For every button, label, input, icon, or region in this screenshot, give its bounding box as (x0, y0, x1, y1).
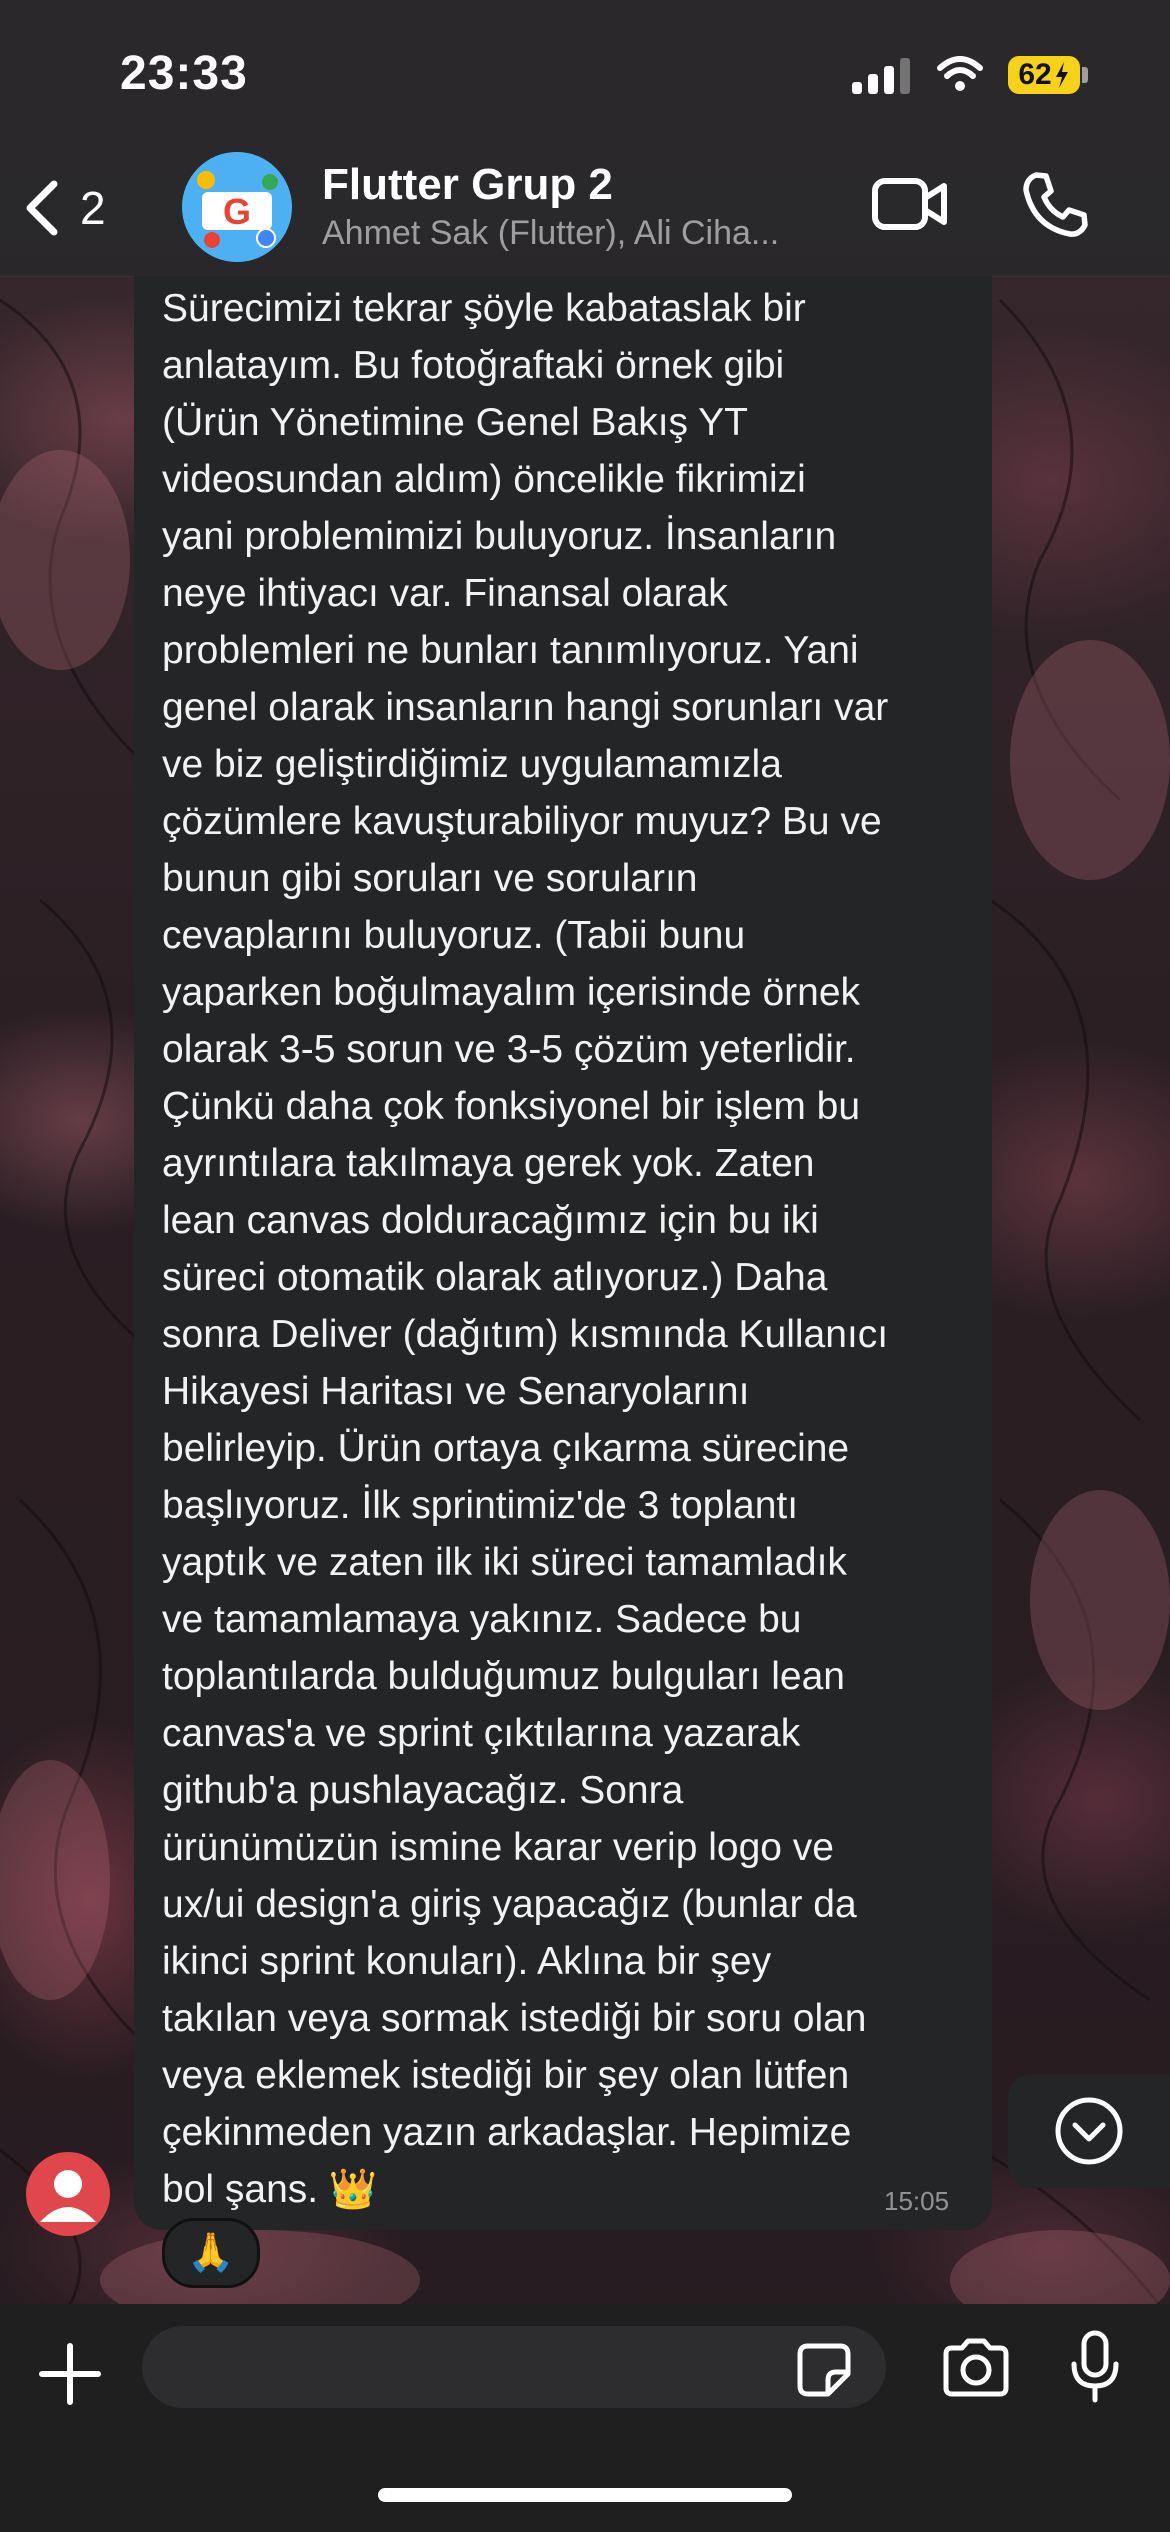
sticker-button[interactable] (796, 2342, 852, 2403)
microphone-icon (1071, 2330, 1119, 2403)
message-input[interactable] (142, 2326, 886, 2408)
status-bar: 23:33 62 (0, 0, 1170, 140)
chat-header: 2 G Flutter Grup 2 Ahmet Sak (Flutter), … (0, 140, 1170, 277)
voice-message-button[interactable] (1070, 2330, 1120, 2411)
chevron-down-circle-icon (1055, 2097, 1123, 2165)
person-icon (40, 2170, 96, 2222)
battery-level: 62 (1018, 58, 1052, 91)
status-time: 23:33 (120, 47, 248, 100)
message-timestamp: 15:05 (884, 2186, 950, 2216)
sender-avatar[interactable] (26, 2152, 110, 2236)
sticker-icon (797, 2343, 851, 2397)
battery-icon: 62 (1008, 56, 1080, 94)
scroll-to-bottom-button[interactable] (1008, 2074, 1170, 2188)
wifi-icon (936, 54, 984, 99)
svg-text:G: G (223, 191, 251, 232)
camera-icon (943, 2338, 1009, 2397)
group-title[interactable]: Flutter Grup 2 (322, 160, 613, 210)
voice-call-button[interactable] (1020, 170, 1090, 245)
camera-button[interactable] (940, 2338, 1012, 2403)
battery-nub (1082, 67, 1088, 83)
back-button[interactable]: 2 (22, 178, 106, 238)
video-call-button[interactable] (872, 176, 948, 237)
message-text: Sürecimizi tekrar şöyle kabataslak bir a… (162, 287, 889, 2211)
video-camera-icon (872, 178, 947, 230)
chevron-left-icon (26, 180, 58, 236)
cellular-signal-icon (852, 58, 910, 94)
message-reaction[interactable]: 🙏 (162, 2218, 260, 2288)
home-indicator (378, 2488, 792, 2502)
unread-count: 2 (80, 182, 106, 234)
phone-icon (1023, 172, 1088, 237)
plus-icon (39, 2343, 101, 2405)
attach-button[interactable] (38, 2342, 102, 2411)
group-members[interactable]: Ahmet Sak (Flutter), Ali Ciha... (322, 214, 842, 253)
group-avatar[interactable]: G (182, 152, 292, 262)
